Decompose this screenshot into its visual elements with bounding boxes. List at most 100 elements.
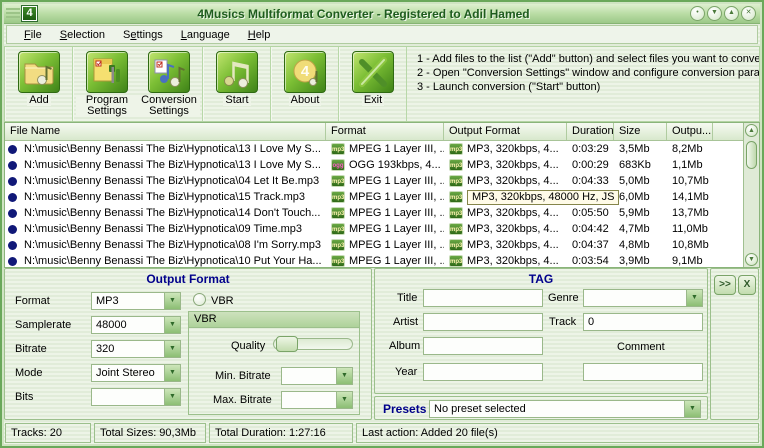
year-field[interactable] xyxy=(423,363,543,381)
roll-up-icon[interactable]: ▲ xyxy=(724,6,739,21)
scroll-up-icon[interactable]: ▲ xyxy=(745,124,758,137)
artist-field[interactable] xyxy=(423,313,543,331)
file-name: N:\music\Benny Benassi The Biz\Hypnotica… xyxy=(24,191,305,203)
table-row[interactable]: N:\music\Benny Benassi The Biz\Hypnotica… xyxy=(5,141,759,157)
presets-select[interactable]: No preset selected ▼ xyxy=(429,400,701,418)
conversion-settings-button[interactable]: Conversion Settings xyxy=(138,49,200,117)
output-format: MP3, 320kbps, 4... xyxy=(467,223,559,235)
instruction-line: 2 - Open "Conversion Settings" window an… xyxy=(417,66,759,80)
album-field[interactable] xyxy=(423,337,543,355)
vbr-group-title: VBR xyxy=(189,312,359,328)
vertical-scrollbar[interactable]: ▲ ▼ xyxy=(743,123,759,267)
chevron-down-icon[interactable]: ▼ xyxy=(684,401,700,417)
min-bitrate-select[interactable]: ▼ xyxy=(281,367,353,385)
bits-select[interactable]: ▼ xyxy=(91,388,181,406)
add-button[interactable]: Add xyxy=(8,49,70,106)
chevron-down-icon[interactable]: ▼ xyxy=(164,389,180,405)
column-header-outpu-[interactable]: Outpu... xyxy=(667,123,713,140)
mp3-file-icon: mp3 xyxy=(449,223,463,235)
column-header-size[interactable]: Size xyxy=(614,123,667,140)
menu-item-settings[interactable]: Settings xyxy=(114,27,172,43)
ogg-file-icon: ogg xyxy=(331,159,345,171)
table-row[interactable]: N:\music\Benny Benassi The Biz\Hypnotica… xyxy=(5,189,759,205)
duration: 0:05:50 xyxy=(567,207,614,219)
output-format-edit-box[interactable]: MP3, 320kbps, 48000 Hz, JS xyxy=(467,190,619,205)
vbr-checkbox-label: VBR xyxy=(211,295,234,307)
genre-label: Genre xyxy=(548,292,579,304)
chevron-down-icon[interactable]: ▼ xyxy=(164,341,180,357)
toolbar-button-label: Add xyxy=(27,95,51,106)
chevron-down-icon[interactable]: ▼ xyxy=(336,368,352,384)
column-header-format[interactable]: Format xyxy=(326,123,444,140)
status-total-sizes: Total Sizes: 90,3Mb xyxy=(94,423,206,443)
output-size: 13,7Mb xyxy=(667,207,713,219)
output-format: MP3, 320kbps, 4... xyxy=(467,207,559,219)
mp3-file-icon: mp3 xyxy=(449,159,463,171)
chevron-down-icon[interactable]: ▼ xyxy=(164,365,180,381)
column-header-duration[interactable]: Duration xyxy=(567,123,614,140)
table-row[interactable]: N:\music\Benny Benassi The Biz\Hypnotica… xyxy=(5,253,759,267)
table-row[interactable]: N:\music\Benny Benassi The Biz\Hypnotica… xyxy=(5,205,759,221)
title-field[interactable] xyxy=(423,289,543,307)
menu-item-file[interactable]: File xyxy=(15,27,51,43)
max-bitrate-select[interactable]: ▼ xyxy=(281,391,353,409)
close-icon[interactable]: ✕ xyxy=(741,6,756,21)
bitrate-label: Bitrate xyxy=(15,343,47,355)
column-header-output-format[interactable]: Output Format xyxy=(444,123,567,140)
scrollbar-thumb[interactable] xyxy=(746,141,757,169)
menu-item-selection[interactable]: Selection xyxy=(51,27,114,43)
toolbar-buttons: Add Program SettingsConversion Settings St… xyxy=(5,47,407,121)
table-row[interactable]: N:\music\Benny Benassi The Biz\Hypnotica… xyxy=(5,221,759,237)
format-select[interactable]: MP3 ▼ xyxy=(91,292,181,310)
mode-label: Mode xyxy=(15,367,43,379)
status-total-duration: Total Duration: 1:27:16 xyxy=(209,423,353,443)
genre-select[interactable]: ▼ xyxy=(583,289,703,307)
roll-down-icon[interactable]: ▼ xyxy=(707,6,722,21)
quality-label: Quality xyxy=(231,340,265,352)
chevron-down-icon[interactable]: ▼ xyxy=(686,290,702,306)
size: 3,5Mb xyxy=(614,143,667,155)
table-row[interactable]: N:\music\Benny Benassi The Biz\Hypnotica… xyxy=(5,157,759,173)
chevron-down-icon[interactable]: ▼ xyxy=(164,293,180,309)
table-row[interactable]: N:\music\Benny Benassi The Biz\Hypnotica… xyxy=(5,237,759,253)
duration: 0:03:29 xyxy=(567,143,614,155)
selected-dot-icon xyxy=(8,145,17,154)
program-settings-button[interactable]: Program Settings xyxy=(76,49,138,117)
scroll-down-icon[interactable]: ▼ xyxy=(745,253,758,266)
about-button[interactable]: 4About xyxy=(274,49,336,106)
title-bar[interactable]: 4 4Musics Multiformat Converter - Regist… xyxy=(4,4,760,24)
samplerate-select[interactable]: 48000 ▼ xyxy=(91,316,181,334)
quality-slider-handle[interactable] xyxy=(276,336,298,352)
bitrate-value: 320 xyxy=(92,343,164,355)
menu-item-language[interactable]: Language xyxy=(172,27,239,43)
vbr-checkbox[interactable] xyxy=(193,293,206,306)
quality-slider[interactable] xyxy=(273,338,353,350)
size: 5,0Mb xyxy=(614,175,667,187)
chevron-down-icon[interactable]: ▼ xyxy=(164,317,180,333)
file-list-rows: N:\music\Benny Benassi The Biz\Hypnotica… xyxy=(5,141,759,267)
expand-panel-button[interactable]: >> xyxy=(714,275,736,295)
table-row[interactable]: N:\music\Benny Benassi The Biz\Hypnotica… xyxy=(5,173,759,189)
file-name: N:\music\Benny Benassi The Biz\Hypnotica… xyxy=(24,207,320,219)
exit-button[interactable]: Exit xyxy=(342,49,404,106)
mode-select[interactable]: Joint Stereo ▼ xyxy=(91,364,181,382)
presets-panel: Presets No preset selected ▼ xyxy=(374,396,708,420)
samplerate-label: Samplerate xyxy=(15,319,71,331)
source-format: OGG 193kbps, 4... xyxy=(349,159,441,171)
min-bitrate-label: Min. Bitrate xyxy=(215,370,271,382)
exit-icon xyxy=(352,51,394,93)
column-header-file-name[interactable]: File Name xyxy=(5,123,326,140)
toolbar-button-label: Program Settings xyxy=(76,95,138,117)
start-button[interactable]: Start xyxy=(206,49,268,106)
output-size: 10,8Mb xyxy=(667,239,713,251)
max-bitrate-label: Max. Bitrate xyxy=(213,394,272,406)
toolbar-button-label: Start xyxy=(223,95,250,106)
menu-item-help[interactable]: Help xyxy=(239,27,280,43)
close-panel-button[interactable]: X xyxy=(738,275,756,295)
minimize-icon[interactable]: • xyxy=(690,6,705,21)
track-field[interactable] xyxy=(583,313,703,331)
comment-field[interactable] xyxy=(583,363,703,381)
bitrate-select[interactable]: 320 ▼ xyxy=(91,340,181,358)
side-strip: >> X xyxy=(710,268,759,420)
chevron-down-icon[interactable]: ▼ xyxy=(336,392,352,408)
